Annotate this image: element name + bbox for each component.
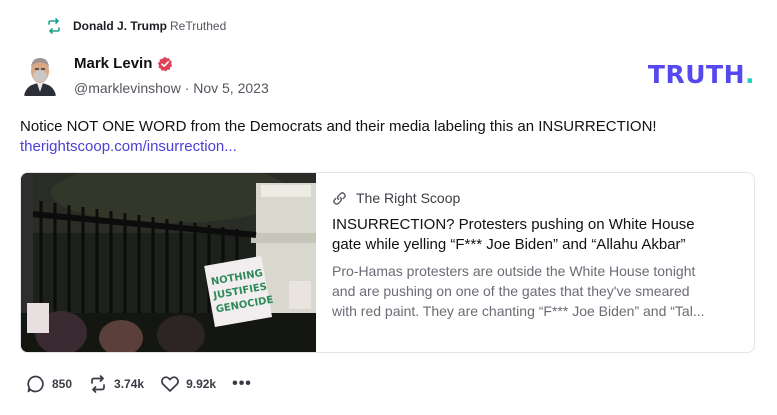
card-source: The Right Scoop [356, 190, 461, 206]
truth-logo-text: TRUTH [647, 60, 745, 89]
heart-icon [161, 376, 180, 392]
post-text: Notice NOT ONE WORD from the Democrats a… [20, 118, 657, 135]
post-link[interactable]: therightscoop.com/insurrection... [20, 137, 237, 157]
retruth-user[interactable]: Donald J. Trump [73, 19, 167, 33]
retruth-button[interactable]: 3.74k [88, 374, 144, 394]
link-preview-card[interactable]: NOTHING JUSTIFIES GENOCIDE The Right Sco… [20, 172, 755, 353]
retruth-count: 3.74k [114, 377, 145, 391]
verified-badge-icon [158, 56, 173, 72]
reply-count: 850 [52, 377, 73, 391]
retruth-action: ReTruthed [170, 19, 227, 33]
post-actions: 850 3.74k 9.92k ••• [26, 374, 252, 394]
link-icon [333, 191, 346, 205]
avatar[interactable] [22, 52, 58, 96]
retruth-banner: Donald J. Trump ReTruthed [46, 18, 226, 34]
reply-icon [27, 375, 44, 393]
truth-logo: TRUTH. [648, 60, 755, 89]
handle-and-date: @marklevinshow · Nov 5, 2023 [74, 80, 269, 96]
card-title: INSURRECTION? Protesters pushing on Whit… [332, 216, 695, 253]
reply-button[interactable]: 850 [26, 374, 72, 394]
link-preview-image: NOTHING JUSTIFIES GENOCIDE [21, 173, 316, 352]
truth-logo-dot: . [745, 60, 755, 89]
more-options-button[interactable]: ••• [232, 375, 252, 393]
like-count: 9.92k [186, 377, 217, 391]
author-name[interactable]: Mark Levin [74, 54, 152, 74]
retruth-icon [48, 18, 60, 34]
retruth-action-icon [91, 375, 105, 393]
like-button[interactable]: 9.92k [160, 374, 216, 394]
card-description: Pro-Hamas protesters are outside the Whi… [332, 263, 705, 319]
post-header: Mark Levin @marklevinshow · Nov 5, 2023 [22, 52, 269, 96]
